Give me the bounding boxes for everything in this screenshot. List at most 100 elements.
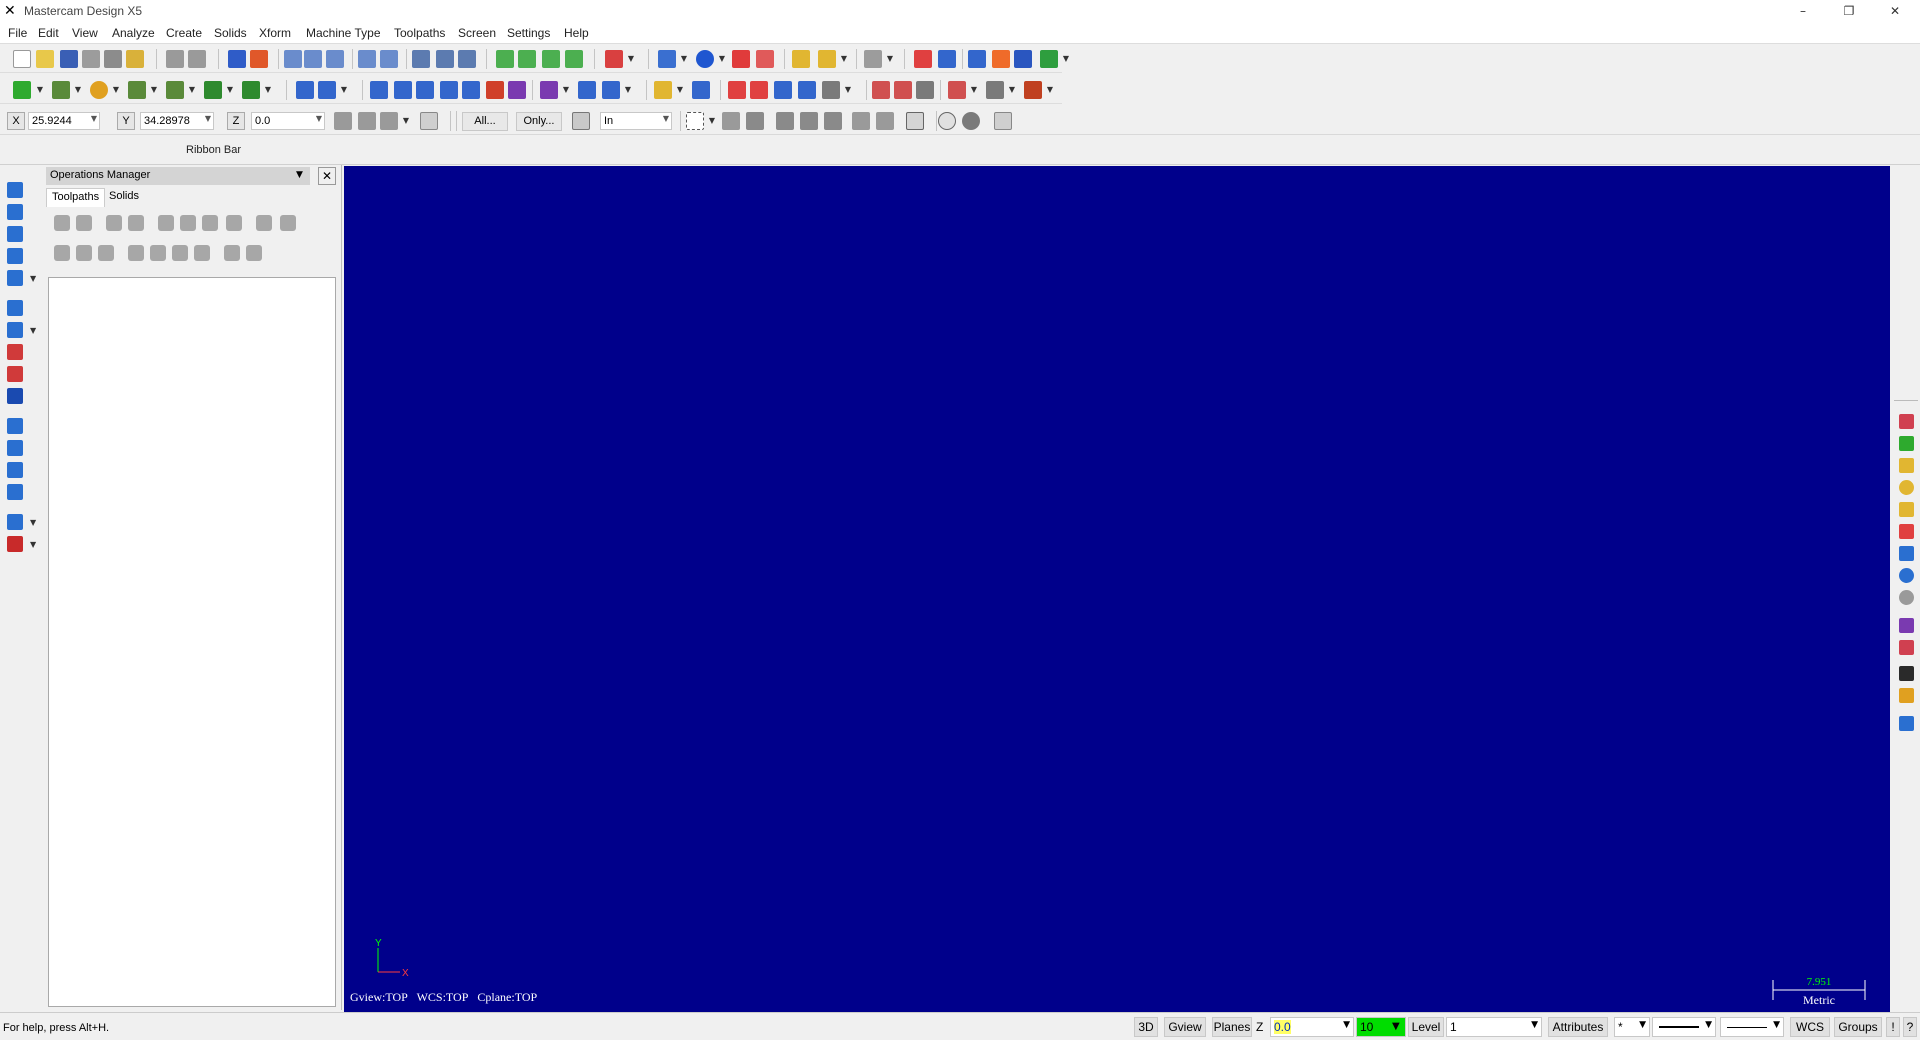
y-coordinate-button[interactable]: Y [117,112,135,130]
chevron-down-icon[interactable]: ▼ [676,81,684,99]
mru-line-icon[interactable] [1899,458,1914,473]
autocursor-settings-icon[interactable] [380,112,398,130]
toolpath-surface-icon[interactable] [822,81,840,99]
mru-analyze-icon[interactable] [1899,414,1914,429]
chevron-down-icon[interactable]: ▼ [30,274,36,283]
selection-cursor-icon[interactable] [572,112,590,130]
select-all-button[interactable]: All... [462,112,508,131]
solid-primitive-icon[interactable] [7,270,23,286]
close-window-button[interactable]: ✕ [1872,0,1918,22]
autocursor-icon[interactable] [358,112,376,130]
menu-edit[interactable]: Edit [38,26,59,40]
mru-xform-icon[interactable] [1899,618,1914,633]
mru-rectangle-icon[interactable] [1899,524,1914,539]
backplot-selected-icon[interactable] [158,215,174,231]
mru-globe-icon[interactable] [1899,568,1914,583]
unzoom-icon[interactable] [358,50,376,68]
menu-solids[interactable]: Solids [214,26,247,40]
save-icon[interactable] [60,50,78,68]
xform-project-icon[interactable] [508,81,526,99]
verify-selection-icon[interactable] [906,112,924,130]
toolpath-contour-icon[interactable] [728,81,746,99]
sigma-icon[interactable] [1014,50,1032,68]
x-coordinate-field[interactable]: 25.9244 ▼ [28,112,100,130]
open-file-icon[interactable] [36,50,54,68]
attributes-button[interactable]: Attributes [1548,1017,1608,1037]
hint-icon[interactable] [126,50,144,68]
chevron-down-icon[interactable]: ▼ [1008,81,1016,99]
mru-dimension-icon[interactable] [1899,716,1914,731]
front-view-icon[interactable] [518,50,536,68]
solid-draft-icon[interactable] [7,418,23,434]
groups-button[interactable]: Groups [1834,1017,1882,1037]
break-icon[interactable] [318,81,336,99]
chevron-down-icon[interactable]: ▼ [627,50,635,68]
solid-extrude-icon[interactable] [7,182,23,198]
window-select-icon[interactable] [686,112,704,130]
mru-solid-icon[interactable] [1899,546,1914,561]
post-selected-icon[interactable] [202,215,218,231]
level-manager-icon[interactable] [968,50,986,68]
solid-fillet-icon[interactable] [7,300,23,316]
line-style-select[interactable]: ▼ [1652,1017,1716,1037]
planes-button[interactable]: Planes [1212,1017,1252,1037]
menu-machine-type[interactable]: Machine Type [306,26,381,40]
chevron-down-icon[interactable]: ▼ [264,81,272,99]
minimize-button[interactable]: – [1780,0,1826,22]
zoom-out-icon[interactable] [380,50,398,68]
xform-translate-icon[interactable] [370,81,388,99]
top-view-icon[interactable] [496,50,514,68]
menu-file[interactable]: File [8,26,27,40]
chevron-down-icon[interactable]: ▼ [844,81,852,99]
zoom-window-icon[interactable] [304,50,322,68]
create-fillet-icon[interactable] [166,81,184,99]
stats-icon[interactable] [938,50,956,68]
lock-icon[interactable] [54,245,70,261]
z-coordinate-field[interactable]: 0.0 ▼ [251,112,325,130]
machine-icon[interactable] [986,81,1004,99]
stock-setup-icon[interactable] [948,81,966,99]
toggle-display-icon[interactable] [76,245,92,261]
mru-clear-icon[interactable] [1899,590,1914,605]
solid-chamfer-icon[interactable] [7,322,23,338]
fit-icon[interactable] [284,50,302,68]
tab-solids[interactable]: Solids [104,188,144,207]
chevron-down-icon[interactable]: ▼ [30,540,36,549]
line-width-select[interactable]: ▼ [1720,1017,1784,1037]
wcs-button[interactable]: WCS [1790,1017,1830,1037]
backplot-icon[interactable] [872,81,890,99]
chevron-down-icon[interactable]: ▼ [30,518,36,527]
isometric-view-icon[interactable] [565,50,583,68]
chevron-down-icon[interactable]: ▼ [562,81,570,99]
select-edge-icon[interactable] [824,112,842,130]
select-face-icon[interactable] [800,112,818,130]
screen-clear-icon[interactable] [864,50,882,68]
chevron-down-icon[interactable]: ▼ [188,81,196,99]
end-selection-icon[interactable] [962,112,980,130]
xform-offset-icon[interactable] [486,81,504,99]
help-question-icon[interactable] [994,112,1012,130]
help-question-icon[interactable] [914,50,932,68]
select-window-icon[interactable] [436,50,454,68]
chevron-down-icon[interactable]: ▼ [1046,81,1054,99]
show-selected-icon[interactable] [224,245,240,261]
create-line-icon[interactable] [52,81,70,99]
wireframe-globe-icon[interactable] [658,50,676,68]
y-coordinate-field[interactable]: 34.28978 ▼ [140,112,214,130]
chevron-down-icon[interactable]: ▼ [226,81,234,99]
analyze-entity-icon[interactable] [818,50,836,68]
move-up-icon[interactable] [150,245,166,261]
chevron-down-icon[interactable]: ▼ [886,50,894,68]
move-down-icon[interactable] [128,245,144,261]
xform-3d-icon[interactable] [394,81,412,99]
chevron-down-icon[interactable]: ▼ [1531,1020,1538,1030]
solid-loft-icon[interactable] [7,248,23,264]
toolpath-face-icon[interactable] [798,81,816,99]
menu-help[interactable]: Help [564,26,589,40]
help-question-icon[interactable] [420,112,438,130]
chevron-down-icon[interactable]: ▼ [624,81,632,99]
toolpath-pocket-icon[interactable] [750,81,768,99]
shaded-sphere-icon[interactable] [696,50,714,68]
select-dirty-operations-icon[interactable] [76,215,92,231]
chevron-down-icon[interactable]: ▼ [1343,1020,1350,1030]
